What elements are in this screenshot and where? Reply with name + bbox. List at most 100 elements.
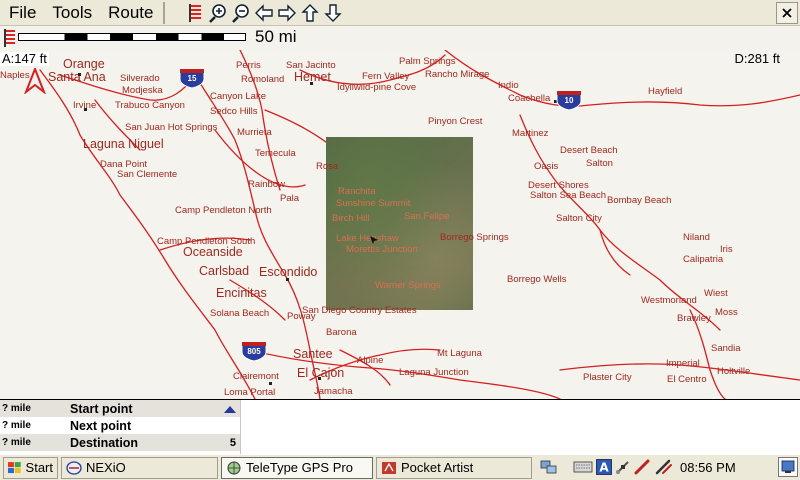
place-label: Temecula (255, 148, 296, 159)
place-label: Solana Beach (210, 308, 270, 319)
menu-file[interactable]: File (0, 0, 44, 26)
place-label: Trabuco Canyon (115, 100, 185, 111)
place-label: Salton (586, 158, 613, 169)
pan-right-icon (277, 4, 296, 22)
route-label: Next point (70, 418, 132, 433)
place-dot (286, 278, 289, 281)
place-label: Sandia (711, 343, 741, 354)
zoom-out-icon (231, 4, 249, 23)
pen-icon[interactable] (634, 459, 652, 475)
place-label: Palm Springs (399, 56, 456, 67)
satellite-icon[interactable] (615, 459, 631, 475)
place-dot (84, 108, 87, 111)
place-label: Borrego Wells (507, 274, 567, 285)
taskbar: Start NEXiO TeleType GPS Pro Pocket Arti… (0, 454, 800, 480)
route-scroll-up-button[interactable] (222, 402, 238, 415)
place-label: San Juan Hot Springs (125, 122, 218, 133)
place-label: Perris (236, 60, 261, 71)
nexio-icon (66, 460, 82, 475)
pan-down-icon (323, 4, 342, 22)
route-distance: ? mile (2, 437, 31, 448)
place-label: Laguna Junction (399, 367, 469, 378)
place-label: Bombay Beach (607, 195, 672, 206)
pan-up-button[interactable] (299, 3, 320, 24)
place-label: Idyllwild-pine Cove (337, 82, 417, 93)
route-count: 5 (229, 436, 236, 449)
pan-left-button[interactable] (253, 3, 274, 24)
place-label: Mt Laguna (437, 348, 482, 359)
place-label: Rainbow (248, 179, 285, 190)
place-label: Silverado (120, 73, 160, 84)
place-label: Rosa (316, 161, 339, 172)
place-label: San Clemente (117, 169, 178, 180)
place-label: Alpine (357, 355, 384, 366)
place-label: Orange (63, 57, 105, 71)
map-toolbar (184, 2, 343, 24)
desktop-icon (781, 460, 795, 473)
zoom-out-button[interactable] (230, 3, 251, 24)
pan-right-button[interactable] (276, 3, 297, 24)
taskbar-item-teletype-gps[interactable]: TeleType GPS Pro (221, 456, 373, 479)
place-label: Ranchita (338, 186, 376, 197)
route-panel: ? mile Start point ? mile Next point ? m… (0, 399, 800, 454)
start-button[interactable]: Start (3, 456, 58, 479)
route-distance: ? mile (2, 403, 31, 414)
place-label: Santa Ana (48, 70, 106, 84)
track-flag-button[interactable] (184, 3, 205, 24)
place-label: Holtville (717, 366, 751, 377)
zoom-in-button[interactable] (207, 3, 228, 24)
clock[interactable]: 08:56 PM (680, 460, 736, 475)
place-label: Encinitas (216, 286, 267, 300)
scale-bar (18, 33, 246, 41)
place-label: Imperial (666, 358, 700, 369)
route-divider (240, 400, 241, 454)
position-arrow-icon (24, 68, 46, 94)
keyboard-icon[interactable] (573, 459, 593, 475)
route-row-next[interactable]: ? mile Next point (0, 417, 240, 434)
show-desktop-button[interactable] (778, 457, 798, 477)
place-label: Fern Valley (362, 71, 410, 82)
flag-icon (4, 29, 15, 47)
place-label: Romoland (241, 74, 285, 85)
place-label: Desert Beach (560, 145, 618, 156)
cursor-arrow-icon (370, 236, 378, 244)
taskbar-item-pocket-artist[interactable]: Pocket Artist (376, 456, 532, 479)
font-a-icon[interactable]: A (596, 459, 612, 475)
menu-tools[interactable]: Tools (44, 0, 100, 26)
scale-row: 50 mi (0, 26, 800, 50)
highway-shield: 15 (179, 68, 205, 89)
place-dot (269, 382, 272, 385)
place-label: Canyon Lake (210, 91, 266, 102)
pan-down-button[interactable] (322, 3, 343, 24)
route-row-destination[interactable]: ? mile Destination 5 (0, 434, 240, 451)
place-label: Camp Pendleton North (175, 205, 272, 216)
pocket-artist-icon (382, 461, 396, 474)
highway-shield: 10 (556, 90, 582, 111)
taskbar-item-nexio[interactable]: NEXiO (61, 456, 218, 479)
svg-text:A: A (599, 461, 609, 475)
place-label: Wiest (704, 288, 728, 299)
place-label: Westmorland (641, 295, 697, 306)
place-label: Sunshine Summit (336, 198, 411, 209)
pen-settings-icon[interactable] (655, 459, 673, 475)
place-label: Plaster City (583, 372, 632, 383)
network-icon[interactable] (540, 459, 558, 475)
pan-up-icon (300, 4, 319, 22)
start-label: Start (25, 460, 53, 475)
place-label: Escondido (259, 265, 318, 279)
route-label: Start point (70, 401, 133, 416)
place-dot (318, 377, 321, 380)
close-icon (782, 8, 792, 18)
map-view[interactable]: Naples Orange Santa Ana Silverado Modjes… (0, 50, 800, 399)
place-label: Loma Portal (224, 387, 276, 398)
gps-globe-icon (227, 461, 241, 474)
place-label: Salton Sea Beach (530, 190, 607, 201)
menu-route[interactable]: Route (100, 0, 161, 26)
route-row-start[interactable]: ? mile Start point (0, 400, 240, 417)
close-button[interactable] (776, 2, 798, 24)
place-label: San Felipe (404, 211, 450, 222)
system-tray: A 08:56 PM (540, 456, 736, 478)
place-label: Laguna Niguel (83, 137, 164, 151)
windows-logo-icon (8, 461, 21, 473)
highway-shield: 805 (241, 341, 267, 362)
